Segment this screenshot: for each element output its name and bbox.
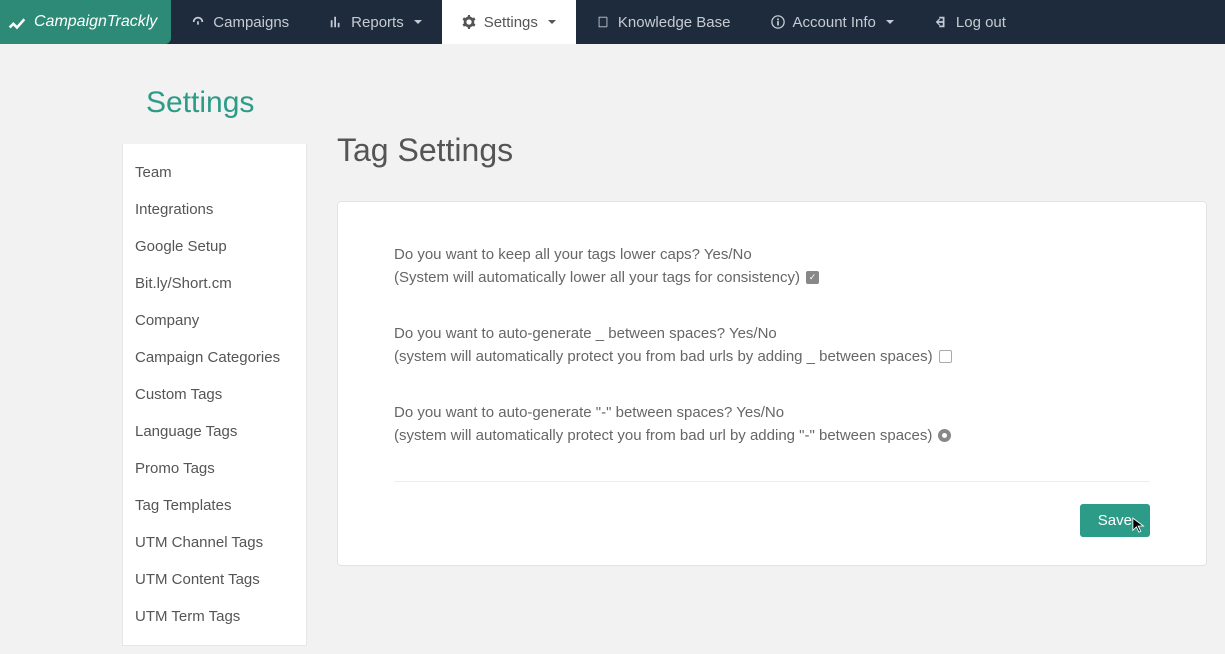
top-nav: CampaignTrackly Campaigns Reports Settin… — [0, 0, 1225, 44]
caret-down-icon — [414, 20, 422, 24]
nav-settings-label: Settings — [484, 14, 538, 31]
cursor-icon — [1132, 517, 1146, 535]
page-title: Settings — [122, 74, 307, 144]
nav-account-label: Account Info — [793, 14, 876, 31]
side-column: Settings Team Integrations Google Setup … — [0, 74, 307, 646]
setting-help: (system will automatically protect you f… — [394, 346, 933, 369]
nav-logout[interactable]: Log out — [914, 0, 1026, 44]
logo[interactable]: CampaignTrackly — [0, 0, 171, 44]
save-button[interactable]: Save — [1080, 504, 1150, 537]
nav-reports[interactable]: Reports — [309, 0, 442, 44]
sidemenu-item-language-tags[interactable]: Language Tags — [123, 413, 306, 450]
nav-reports-label: Reports — [351, 14, 404, 31]
sidemenu-item-custom-tags[interactable]: Custom Tags — [123, 376, 306, 413]
sidemenu-item-integrations[interactable]: Integrations — [123, 191, 306, 228]
checkbox-dash[interactable] — [938, 429, 951, 442]
checkbox-underscore[interactable] — [939, 350, 952, 363]
logo-text: CampaignTrackly — [34, 13, 157, 31]
settings-panel: Do you want to keep all your tags lower … — [337, 201, 1207, 566]
setting-help: (system will automatically protect you f… — [394, 425, 932, 448]
page-body: Settings Team Integrations Google Setup … — [0, 44, 1225, 646]
save-button-label: Save — [1098, 512, 1132, 529]
nav-knowledge-base[interactable]: Knowledge Base — [576, 0, 751, 44]
sidemenu-item-utm-content[interactable]: UTM Content Tags — [123, 561, 306, 598]
sidemenu-item-utm-channel[interactable]: UTM Channel Tags — [123, 524, 306, 561]
nav-campaigns[interactable]: Campaigns — [171, 0, 309, 44]
sidemenu-item-tag-templates[interactable]: Tag Templates — [123, 487, 306, 524]
setting-question: Do you want to auto-generate _ between s… — [394, 323, 1150, 346]
dashboard-icon — [191, 15, 205, 29]
book-icon — [596, 15, 610, 29]
info-icon — [771, 15, 785, 29]
chart-icon — [329, 15, 343, 29]
main-title: Tag Settings — [337, 132, 1225, 169]
divider — [394, 481, 1150, 482]
logo-icon — [6, 11, 28, 33]
caret-down-icon — [548, 20, 556, 24]
nav-campaigns-label: Campaigns — [213, 14, 289, 31]
logout-icon — [934, 15, 948, 29]
nav-account-info[interactable]: Account Info — [751, 0, 914, 44]
sidemenu-item-company[interactable]: Company — [123, 302, 306, 339]
setting-dash: Do you want to auto-generate "-" between… — [394, 402, 1150, 447]
setting-lowercase: Do you want to keep all your tags lower … — [394, 244, 1150, 289]
sidemenu-item-bitly[interactable]: Bit.ly/Short.cm — [123, 265, 306, 302]
nav-settings[interactable]: Settings — [442, 0, 576, 44]
caret-down-icon — [886, 20, 894, 24]
setting-help: (System will automatically lower all you… — [394, 267, 800, 290]
nav-kb-label: Knowledge Base — [618, 14, 731, 31]
setting-question: Do you want to auto-generate "-" between… — [394, 402, 1150, 425]
setting-question: Do you want to keep all your tags lower … — [394, 244, 1150, 267]
nav-items: Campaigns Reports Settings Knowledge Bas… — [171, 0, 1026, 44]
settings-sidemenu: Team Integrations Google Setup Bit.ly/Sh… — [122, 144, 307, 646]
cogs-icon — [462, 15, 476, 29]
nav-logout-label: Log out — [956, 14, 1006, 31]
sidemenu-item-google-setup[interactable]: Google Setup — [123, 228, 306, 265]
sidemenu-item-team[interactable]: Team — [123, 154, 306, 191]
setting-underscore: Do you want to auto-generate _ between s… — [394, 323, 1150, 368]
checkbox-lowercase[interactable]: ✓ — [806, 271, 819, 284]
sidemenu-item-utm-term[interactable]: UTM Term Tags — [123, 598, 306, 635]
main-column: Tag Settings Do you want to keep all you… — [307, 74, 1225, 646]
sidemenu-item-campaign-categories[interactable]: Campaign Categories — [123, 339, 306, 376]
panel-actions: Save — [394, 504, 1150, 537]
sidemenu-item-promo-tags[interactable]: Promo Tags — [123, 450, 306, 487]
